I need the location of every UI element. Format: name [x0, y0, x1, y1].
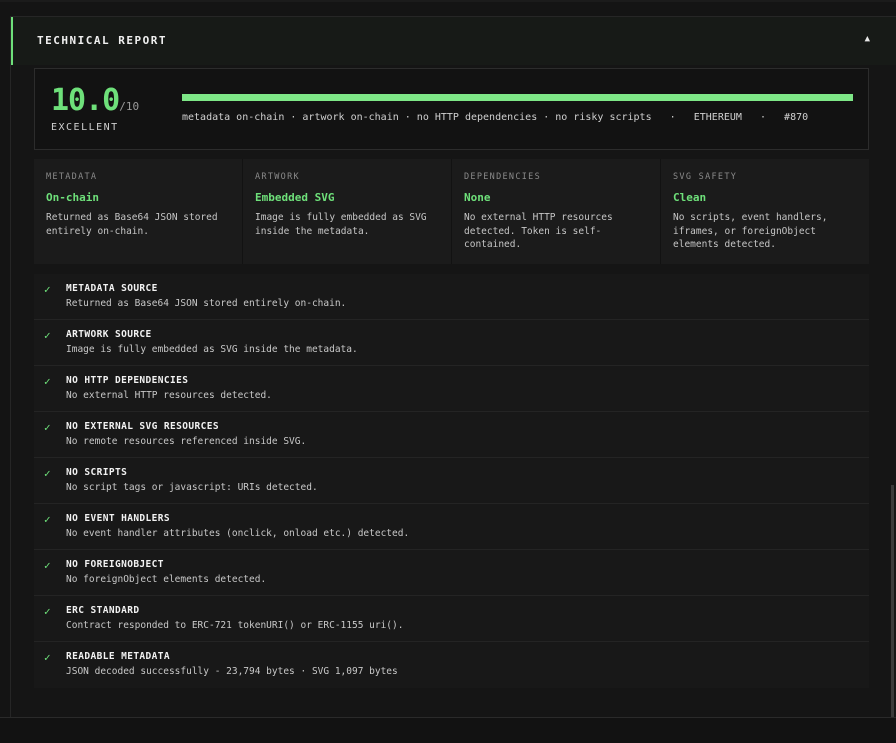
check-row: ✓ NO HTTP DEPENDENCIES No external HTTP … — [34, 366, 869, 412]
check-icon: ✓ — [44, 513, 51, 526]
check-title: NO FOREIGNOBJECT — [66, 559, 164, 570]
card-label: ARTWORK — [255, 172, 300, 182]
check-description: No script tags or javascript: URIs detec… — [66, 482, 318, 493]
check-description: JSON decoded successfully - 23,794 bytes… — [66, 666, 398, 677]
score-value: 10.0 — [51, 83, 120, 118]
checks-list: ✓ METADATA SOURCE Returned as Base64 JSO… — [34, 274, 869, 688]
check-description: Returned as Base64 JSON stored entirely … — [66, 298, 347, 309]
check-description: No event handler attributes (onclick, on… — [66, 528, 410, 539]
check-title: READABLE METADATA — [66, 651, 171, 662]
card-dependencies: DEPENDENCIES None No external HTTP resou… — [452, 159, 660, 264]
check-row: ✓ ERC STANDARD Contract responded to ERC… — [34, 596, 869, 642]
check-icon: ✓ — [44, 375, 51, 388]
technical-report-panel: TECHNICAL REPORT ▲ 10.0/10 EXCELLENT met… — [10, 16, 896, 718]
check-description: No foreignObject elements detected. — [66, 574, 267, 585]
summary-cards: METADATA On-chain Returned as Base64 JSO… — [34, 159, 869, 264]
check-icon: ✓ — [44, 605, 51, 618]
card-value: Embedded SVG — [255, 191, 335, 204]
check-title: METADATA SOURCE — [66, 283, 158, 294]
card-artwork: ARTWORK Embedded SVG Image is fully embe… — [243, 159, 451, 264]
check-row: ✓ NO EXTERNAL SVG RESOURCES No remote re… — [34, 412, 869, 458]
card-description: No external HTTP resources detected. Tok… — [464, 212, 613, 250]
card-value: Clean — [673, 191, 707, 204]
check-row: ✓ NO EVENT HANDLERS No event handler att… — [34, 504, 869, 550]
check-title: NO EVENT HANDLERS — [66, 513, 171, 524]
card-value: None — [464, 191, 491, 204]
check-description: No remote resources referenced inside SV… — [66, 436, 307, 447]
check-icon: ✓ — [44, 329, 51, 342]
card-metadata: METADATA On-chain Returned as Base64 JSO… — [34, 159, 242, 264]
card-svg-safety: SVG SAFETY Clean No scripts, event handl… — [661, 159, 869, 264]
check-row: ✓ ARTWORK SOURCE Image is fully embedded… — [34, 320, 869, 366]
card-description: Returned as Base64 JSON stored entirely … — [46, 212, 218, 237]
score-value-wrap: 10.0/10 — [51, 83, 139, 118]
check-title: NO SCRIPTS — [66, 467, 128, 478]
check-icon: ✓ — [44, 283, 51, 296]
card-label: DEPENDENCIES — [464, 172, 542, 182]
check-row: ✓ METADATA SOURCE Returned as Base64 JSO… — [34, 274, 869, 320]
caret-up-icon[interactable]: ▲ — [865, 34, 870, 44]
card-value: On-chain — [46, 191, 99, 204]
check-description: No external HTTP resources detected. — [66, 390, 272, 401]
card-description: Image is fully embedded as SVG inside th… — [255, 212, 427, 237]
score-progress-bar — [182, 94, 853, 101]
bottom-bar — [0, 717, 896, 743]
score-progress-fill — [182, 94, 853, 101]
check-title: ARTWORK SOURCE — [66, 329, 152, 340]
report-header[interactable]: TECHNICAL REPORT ▲ — [11, 17, 896, 65]
check-icon: ✓ — [44, 651, 51, 664]
top-divider — [0, 0, 896, 2]
score-card: 10.0/10 EXCELLENT metadata on-chain · ar… — [34, 68, 869, 150]
card-label: METADATA — [46, 172, 98, 182]
check-icon: ✓ — [44, 559, 51, 572]
check-title: ERC STANDARD — [66, 605, 140, 616]
check-description: Contract responded to ERC-721 tokenURI()… — [66, 620, 404, 631]
check-icon: ✓ — [44, 467, 51, 480]
check-row: ✓ NO SCRIPTS No script tags or javascrip… — [34, 458, 869, 504]
scrollbar-thumb[interactable] — [891, 485, 894, 717]
score-summary: metadata on-chain · artwork on-chain · n… — [182, 112, 809, 123]
check-icon: ✓ — [44, 421, 51, 434]
card-label: SVG SAFETY — [673, 172, 738, 182]
score-denominator: /10 — [119, 100, 140, 113]
check-row: ✓ NO FOREIGNOBJECT No foreignObject elem… — [34, 550, 869, 596]
check-title: NO EXTERNAL SVG RESOURCES — [66, 421, 219, 432]
check-description: Image is fully embedded as SVG inside th… — [66, 344, 358, 355]
check-title: NO HTTP DEPENDENCIES — [66, 375, 189, 386]
score-rating: EXCELLENT — [51, 122, 119, 133]
report-title: TECHNICAL REPORT — [37, 34, 167, 47]
card-description: No scripts, event handlers, iframes, or … — [673, 212, 828, 250]
check-row: ✓ READABLE METADATA JSON decoded success… — [34, 642, 869, 688]
